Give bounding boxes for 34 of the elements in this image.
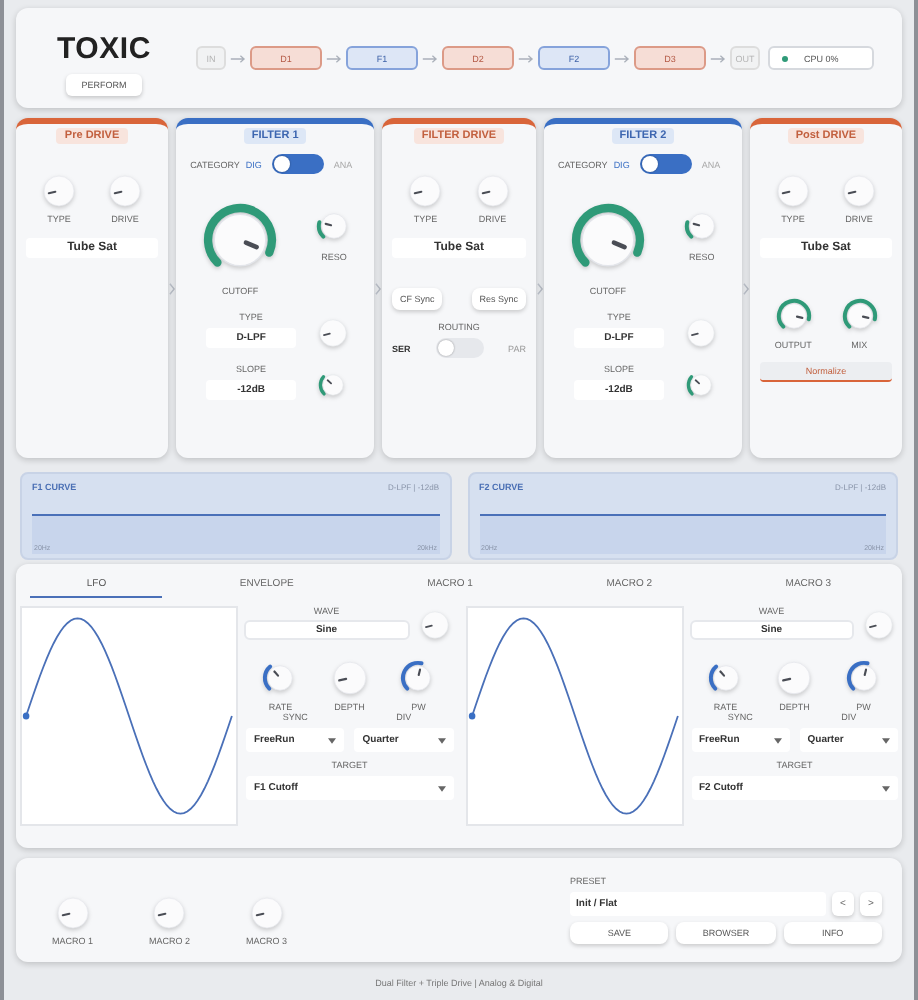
reso-knob[interactable]	[683, 208, 720, 244]
chevron-icon	[535, 281, 544, 295]
arrow-icon	[422, 53, 438, 63]
knob[interactable]	[775, 298, 812, 334]
chevron-icon	[168, 281, 177, 295]
knob[interactable]	[841, 298, 878, 334]
macro-knob[interactable]	[249, 895, 284, 929]
category-switch[interactable]	[639, 154, 692, 174]
macro-knob[interactable]	[152, 895, 187, 929]
knob[interactable]	[845, 660, 882, 696]
caret-icon	[773, 737, 782, 743]
arrow-icon	[230, 53, 246, 63]
caret-icon	[882, 737, 890, 743]
routing-switch[interactable]	[435, 338, 484, 358]
knob[interactable]	[400, 660, 437, 696]
caret-icon	[328, 737, 337, 743]
category-switch[interactable]	[271, 154, 324, 174]
knob[interactable]	[707, 660, 744, 696]
caret-icon	[437, 737, 445, 743]
chevron-icon	[741, 281, 750, 295]
arrow-icon	[518, 53, 534, 63]
plugin-title: TOXIC	[56, 32, 152, 66]
knob[interactable]	[685, 370, 716, 400]
status-dot	[782, 55, 788, 61]
macro-knob[interactable]	[55, 895, 90, 929]
knob[interactable]	[262, 660, 299, 696]
caret-icon	[437, 785, 445, 791]
chevron-icon	[374, 281, 383, 295]
reso-knob[interactable]	[316, 208, 353, 244]
arrow-icon	[326, 53, 342, 63]
caret-icon	[882, 785, 890, 791]
arrow-icon	[614, 53, 630, 63]
arrow-icon	[710, 53, 726, 63]
knob[interactable]	[318, 370, 349, 400]
